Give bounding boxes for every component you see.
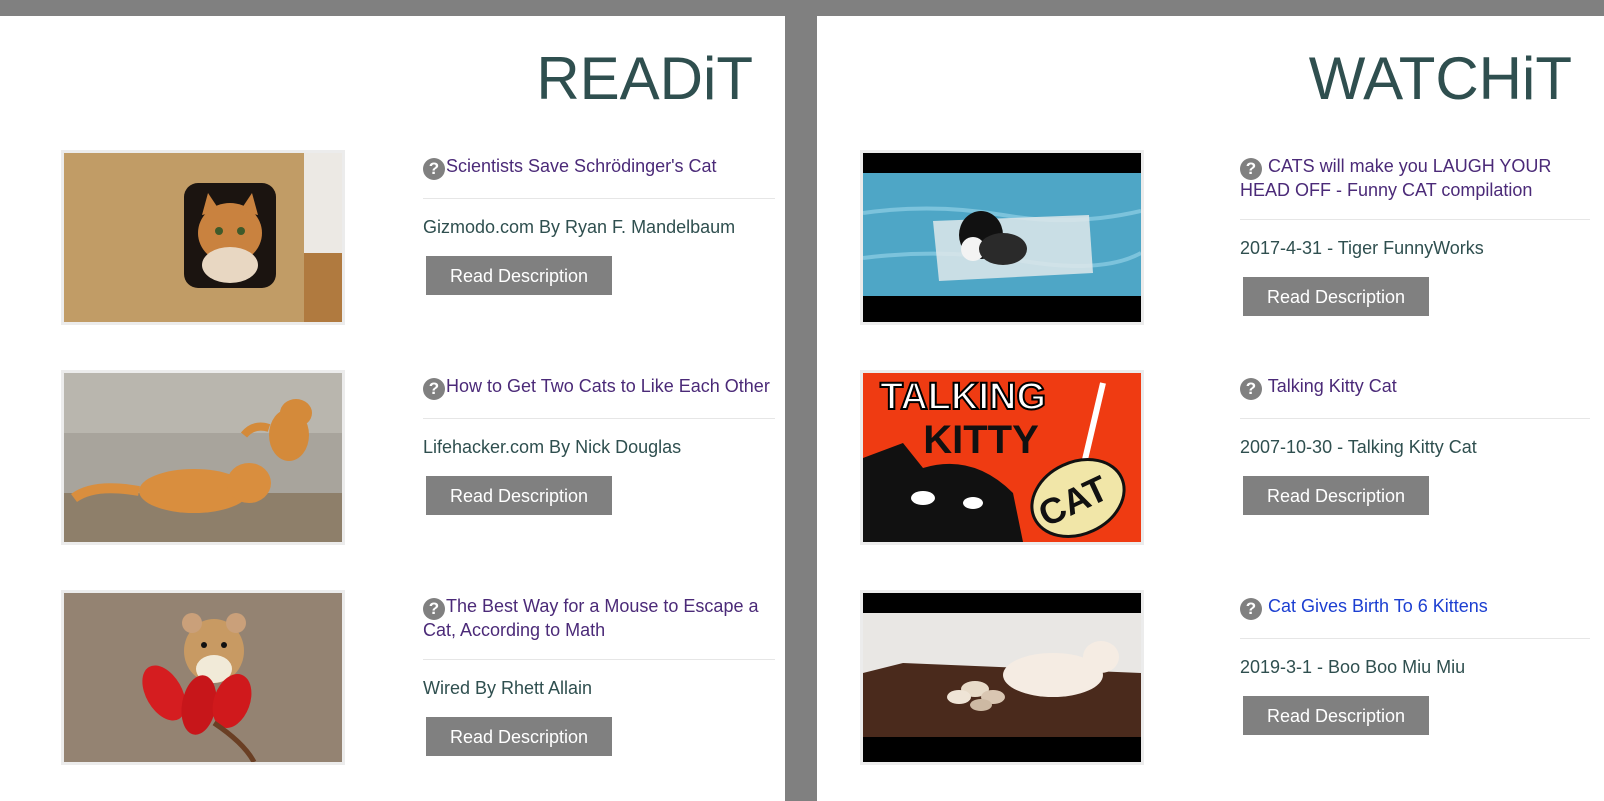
- video-info: ? Cat Gives Birth To 6 Kittens 2019-3-1 …: [1240, 590, 1590, 735]
- two-kittens-image: [64, 373, 342, 542]
- help-icon[interactable]: ?: [423, 158, 445, 180]
- video-title: ? Cat Gives Birth To 6 Kittens: [1240, 590, 1590, 620]
- article-info: ? The Best Way for a Mouse to Escape a Ca…: [423, 590, 775, 756]
- talking-kitty-cat-image: TALKING KITTY CAT: [863, 373, 1141, 542]
- read-description-button[interactable]: Read Description: [426, 717, 612, 756]
- thumb-text-kitty: KITTY: [923, 418, 1039, 462]
- article-thumbnail-cat-in-box[interactable]: [61, 150, 345, 325]
- mouse-on-rosehips-image: [64, 593, 342, 762]
- divider: [423, 659, 775, 660]
- video-item: ? CATS will make you LAUGH YOUR HEAD OFF…: [817, 150, 1604, 330]
- help-icon[interactable]: ?: [423, 378, 445, 400]
- read-description-button[interactable]: Read Description: [1243, 696, 1429, 735]
- help-icon[interactable]: ?: [1240, 158, 1262, 180]
- divider: [423, 198, 775, 199]
- video-item: ? Cat Gives Birth To 6 Kittens 2019-3-1 …: [817, 590, 1604, 770]
- article-item: ? Scientists Save Schrödinger's Cat Gizmo…: [0, 150, 785, 330]
- thumb-text-talking: TALKING: [880, 376, 1046, 418]
- cat-with-kittens-image: [863, 593, 1141, 762]
- video-title-link[interactable]: Talking Kitty Cat: [1268, 376, 1397, 396]
- article-item: ? How to Get Two Cats to Like Each Other …: [0, 370, 785, 550]
- article-title: ? Scientists Save Schrödinger's Cat: [423, 150, 775, 180]
- watchit-panel: WATCHiT ? CATS will make you LAUGH YOUR …: [817, 16, 1604, 801]
- divider: [1240, 418, 1590, 419]
- article-info: ? Scientists Save Schrödinger's Cat Gizmo…: [423, 150, 775, 295]
- read-description-button[interactable]: Read Description: [426, 476, 612, 515]
- video-title-link[interactable]: Cat Gives Birth To 6 Kittens: [1268, 596, 1488, 616]
- video-item: TALKING KITTY CAT ? Talking Kitty Cat 20…: [817, 370, 1604, 550]
- video-info: ? CATS will make you LAUGH YOUR HEAD OFF…: [1240, 150, 1590, 316]
- read-description-button[interactable]: Read Description: [426, 256, 612, 295]
- read-description-button[interactable]: Read Description: [1243, 277, 1429, 316]
- divider: [1240, 638, 1590, 639]
- article-title: ? The Best Way for a Mouse to Escape a Ca…: [423, 590, 775, 641]
- article-item: ? The Best Way for a Mouse to Escape a Ca…: [0, 590, 785, 770]
- read-description-button[interactable]: Read Description: [1243, 476, 1429, 515]
- article-source: Gizmodo.com By Ryan F. Mandelbaum: [423, 217, 736, 237]
- video-meta: 2017-4-31 - Tiger FunnyWorks: [1240, 238, 1484, 258]
- article-source: Lifehacker.com By Nick Douglas: [423, 437, 682, 457]
- video-thumbnail-cat-in-pool[interactable]: [860, 150, 1144, 325]
- help-icon[interactable]: ?: [1240, 598, 1262, 620]
- video-title: ? Talking Kitty Cat: [1240, 370, 1590, 400]
- article-title-link[interactable]: Scientists Save Schrödinger's Cat: [446, 156, 717, 176]
- article-title-link[interactable]: How to Get Two Cats to Like Each Other: [446, 376, 770, 396]
- article-thumbnail-two-kittens[interactable]: [61, 370, 345, 545]
- divider: [423, 418, 775, 419]
- readit-panel: READiT ? Scientists Save Schrödinger's Ca…: [0, 16, 785, 801]
- video-thumbnail-cat-birth[interactable]: [860, 590, 1144, 765]
- article-source: Wired By Rhett Allain: [423, 678, 593, 698]
- video-thumbnail-talking-kitty[interactable]: TALKING KITTY CAT: [860, 370, 1144, 545]
- help-icon[interactable]: ?: [423, 598, 445, 620]
- cat-in-box-image: [64, 153, 342, 322]
- article-title-link[interactable]: The Best Way for a Mouse to Escape a Cat…: [423, 596, 758, 640]
- watchit-heading: WATCHiT: [1308, 45, 1572, 112]
- video-title: ? CATS will make you LAUGH YOUR HEAD OFF…: [1240, 150, 1590, 201]
- video-title-link[interactable]: CATS will make you LAUGH YOUR HEAD OFF -…: [1240, 156, 1551, 200]
- video-meta: 2007-10-30 - Talking Kitty Cat: [1240, 437, 1477, 457]
- article-thumbnail-mouse[interactable]: [61, 590, 345, 765]
- cat-in-pool-image: [863, 153, 1141, 322]
- video-info: ? Talking Kitty Cat 2007-10-30 - Talking…: [1240, 370, 1590, 515]
- article-info: ? How to Get Two Cats to Like Each Other …: [423, 370, 775, 515]
- article-title: ? How to Get Two Cats to Like Each Other: [423, 370, 775, 400]
- divider: [1240, 219, 1590, 220]
- help-icon[interactable]: ?: [1240, 378, 1262, 400]
- video-meta: 2019-3-1 - Boo Boo Miu Miu: [1240, 657, 1466, 677]
- readit-heading: READiT: [536, 45, 753, 112]
